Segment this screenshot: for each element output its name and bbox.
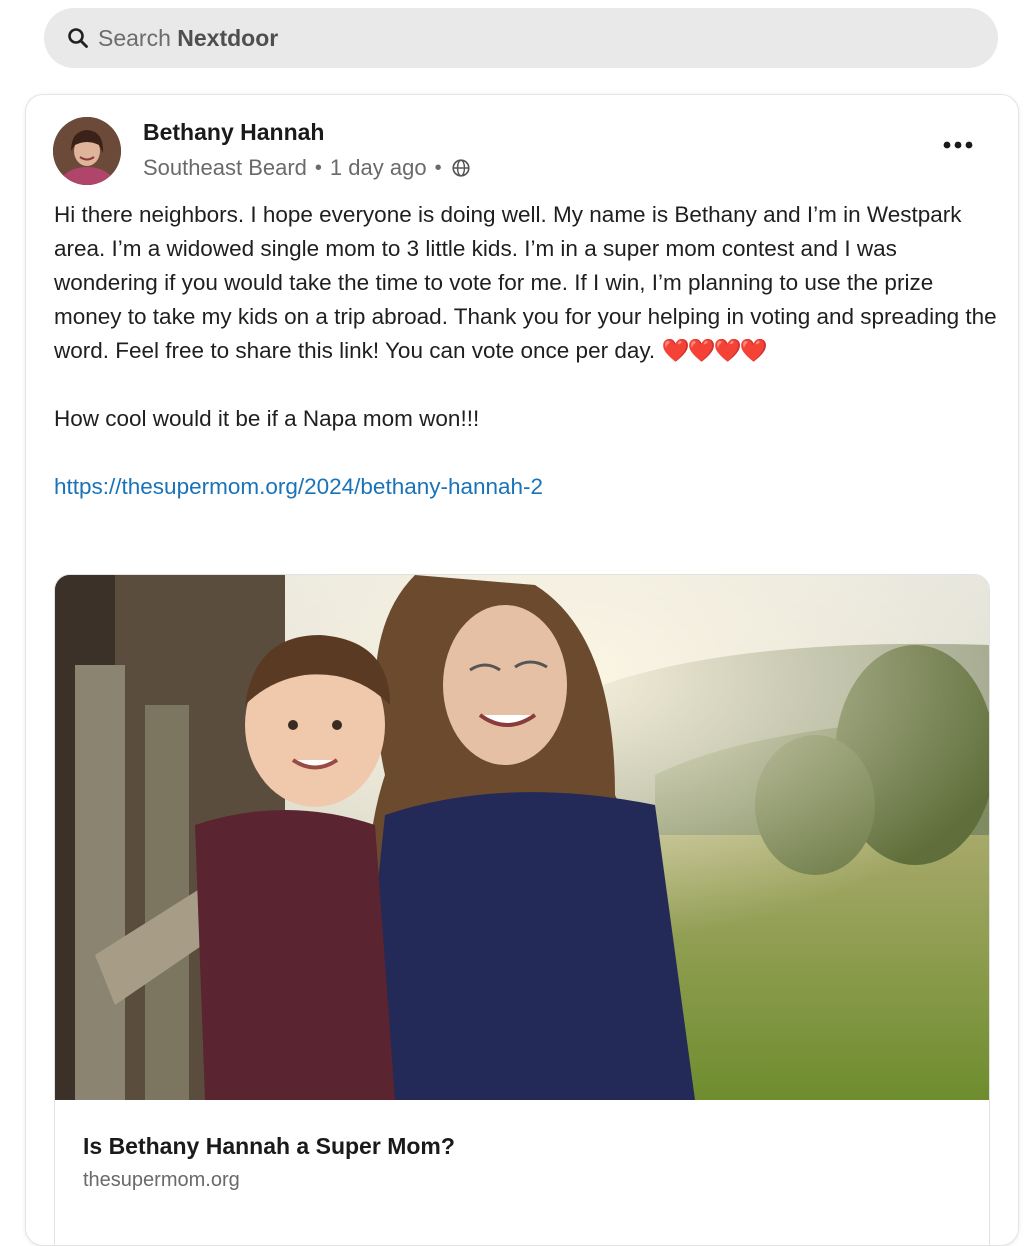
timestamp: 1 day ago (329, 155, 427, 180)
separator-dot: • (434, 156, 442, 179)
post-link[interactable]: https://thesupermom.org/2024/bethany-han… (54, 474, 543, 499)
more-options-button[interactable] (934, 131, 982, 159)
post-paragraph-text: Hi there neighbors. I hope everyone is d… (54, 202, 997, 363)
post-paragraph: How cool would it be if a Napa mom won!!… (54, 406, 480, 431)
link-preview-card[interactable]: Is Bethany Hannah a Super Mom? thesuperm… (54, 574, 990, 1245)
preview-photo (55, 575, 989, 1100)
search-brand: Nextdoor (177, 24, 279, 51)
preview-title: Is Bethany Hannah a Super Mom? (83, 1133, 455, 1159)
avatar[interactable] (53, 117, 121, 185)
search-bar[interactable]: Search Nextdoor (44, 8, 998, 68)
globe-icon (451, 159, 470, 177)
post-paragraph: Hi there neighbors. I hope everyone is d… (54, 198, 999, 368)
search-placeholder: Search Nextdoor (98, 25, 278, 52)
post-card: Bethany Hannah Southeast Beard • 1 day a… (25, 94, 1019, 1246)
search-icon (68, 28, 88, 48)
avatar-image (53, 117, 121, 185)
preview-domain: thesupermom.org (83, 1169, 240, 1191)
post-meta: Southeast Beard • 1 day ago • (143, 155, 472, 181)
neighborhood[interactable]: Southeast Beard (143, 155, 307, 181)
hearts-emoji: ❤️❤️❤️❤️ (661, 338, 767, 363)
ellipsis-icon (943, 141, 973, 149)
author-name[interactable]: Bethany Hannah (143, 119, 324, 146)
post-body: Hi there neighbors. I hope everyone is d… (54, 198, 999, 504)
search-prefix: Search (98, 24, 178, 51)
separator-dot: • (314, 156, 322, 179)
